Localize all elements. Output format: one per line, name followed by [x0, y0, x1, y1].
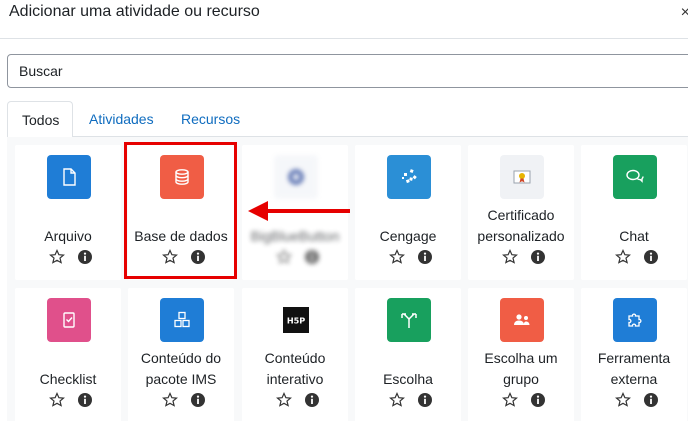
info-icon[interactable]	[77, 392, 93, 408]
activity-card-escolha-grupo[interactable]: Escolha um grupo	[468, 288, 574, 421]
star-outline-icon[interactable]	[615, 249, 631, 265]
activity-name: Checklist	[39, 371, 97, 387]
activity-name: Ferramenta	[597, 350, 671, 366]
activity-card-checklist[interactable]: Checklist	[15, 288, 121, 421]
highlight-box	[124, 142, 237, 279]
info-icon[interactable]	[417, 249, 433, 265]
group-choice-icon	[500, 298, 544, 342]
tab-recursos[interactable]: Recursos	[167, 101, 254, 137]
star-outline-icon[interactable]	[49, 392, 65, 408]
activity-name: Certificado	[487, 207, 555, 223]
activity-card-cengage[interactable]: Cengage	[355, 145, 461, 280]
star-outline-icon[interactable]	[276, 249, 292, 265]
info-icon[interactable]	[190, 392, 206, 408]
choice-icon	[387, 298, 431, 342]
activity-name: Arquivo	[44, 228, 92, 244]
info-icon[interactable]	[304, 249, 320, 265]
activity-name: Chat	[619, 228, 649, 244]
star-outline-icon[interactable]	[49, 249, 65, 265]
cengage-icon	[387, 155, 431, 199]
close-icon[interactable]: ×	[681, 4, 688, 22]
ims-package-icon	[160, 298, 204, 342]
star-outline-icon[interactable]	[162, 392, 178, 408]
activity-name: Escolha	[383, 371, 433, 387]
svg-text:H5P: H5P	[287, 315, 305, 325]
modal-title: Adicionar uma atividade ou recurso	[9, 3, 260, 20]
star-outline-icon[interactable]	[389, 249, 405, 265]
info-icon[interactable]	[417, 392, 433, 408]
activity-name: Cengage	[379, 228, 437, 244]
info-icon[interactable]	[643, 392, 659, 408]
info-icon[interactable]	[530, 392, 546, 408]
star-outline-icon[interactable]	[502, 392, 518, 408]
tab-bar: Todos Atividades Recursos	[7, 101, 688, 138]
activity-name: Conteúdo	[264, 350, 326, 366]
tab-atividades[interactable]: Atividades	[75, 101, 168, 137]
info-icon[interactable]	[643, 249, 659, 265]
activity-name: Escolha um	[484, 350, 558, 366]
red-arrow-left-icon	[248, 201, 350, 221]
star-outline-icon[interactable]	[502, 249, 518, 265]
star-outline-icon[interactable]	[615, 392, 631, 408]
activity-card-arquivo[interactable]: Arquivo	[15, 145, 121, 280]
star-outline-icon[interactable]	[389, 392, 405, 408]
activity-card-ferramenta-externa[interactable]: Ferramenta externa	[581, 288, 687, 421]
info-icon[interactable]	[77, 249, 93, 265]
activity-card-certificado[interactable]: Certificado personalizado	[468, 145, 574, 280]
file-icon	[47, 155, 91, 199]
h5p-icon: H5P	[272, 296, 320, 344]
activity-card-conteudo-interativo[interactable]: H5P Conteúdo interativo	[242, 288, 348, 421]
activity-name: interativo	[266, 371, 324, 387]
tab-todos[interactable]: Todos	[7, 101, 73, 138]
puzzle-icon	[613, 298, 657, 342]
activity-name: pacote IMS	[145, 371, 217, 387]
activity-card-chat[interactable]: Chat	[581, 145, 687, 280]
activity-card-ims-package[interactable]: Conteúdo do pacote IMS	[128, 288, 234, 421]
modal-header: Adicionar uma atividade ou recurso ×	[0, 0, 688, 39]
activity-card-escolha[interactable]: Escolha	[355, 288, 461, 421]
star-outline-icon[interactable]	[276, 392, 292, 408]
search-input[interactable]	[7, 54, 688, 88]
bigbluebutton-icon	[274, 155, 318, 199]
checklist-icon	[47, 298, 91, 342]
activity-name: personalizado	[477, 228, 565, 244]
chat-icon	[613, 155, 657, 199]
activity-name: BigBlueButton	[250, 228, 340, 244]
activity-name: grupo	[503, 371, 539, 387]
info-icon[interactable]	[530, 249, 546, 265]
activity-name: Conteúdo do	[140, 350, 222, 366]
activity-name: externa	[610, 371, 658, 387]
certificate-icon	[500, 155, 544, 199]
info-icon[interactable]	[304, 392, 320, 408]
